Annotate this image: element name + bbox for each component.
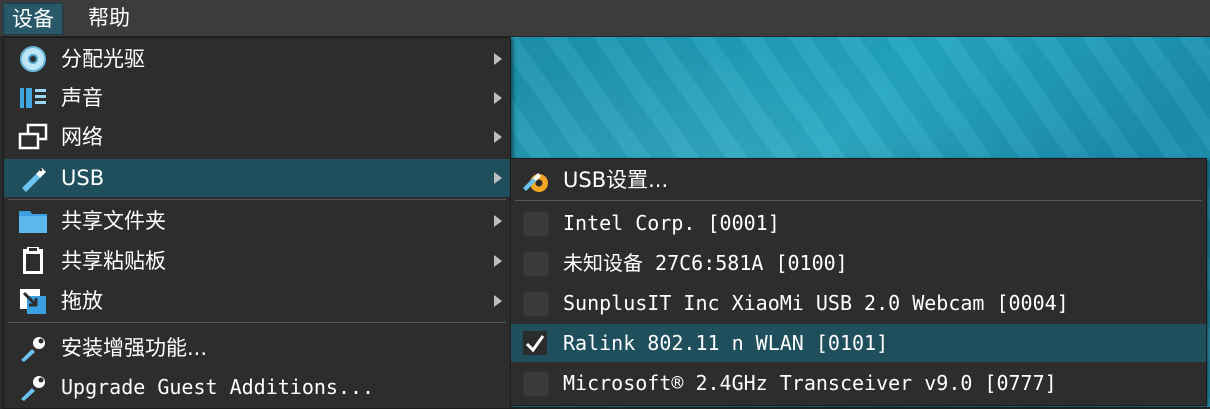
usb-device-label: Intel Corp. [0001]: [563, 211, 780, 235]
menu-item-drag-drop[interactable]: 拖放: [4, 282, 510, 320]
menu-item-install-guest-additions[interactable]: 安装增强功能...: [4, 329, 510, 367]
device-checkbox[interactable]: [523, 251, 549, 277]
usb-device-label: Microsoft® 2.4GHz Transceiver v9.0 [0777…: [563, 371, 1057, 395]
usb-device-label: 未知设备 27C6:581A [0100]: [563, 251, 848, 275]
menu-item-network[interactable]: 网络: [4, 118, 510, 156]
shared-folder-icon: [18, 207, 48, 235]
device-checkbox[interactable]: [523, 291, 549, 317]
usb-device-item-selected[interactable]: Ralink 802.11 n WLAN [0101]: [511, 324, 1206, 362]
usb-settings-icon: [521, 166, 551, 194]
menu-item-optical-drives[interactable]: 分配光驱: [4, 40, 510, 78]
submenu-arrow-icon: [494, 295, 502, 307]
device-checkbox[interactable]: [523, 211, 549, 237]
menu-bar: 设备 帮助: [0, 0, 1210, 37]
menu-separator: [515, 200, 1202, 201]
menu-item-label: USB: [61, 166, 105, 190]
menu-item-label: 分配光驱: [61, 47, 145, 71]
usb-device-item[interactable]: Intel Corp. [0001]: [511, 204, 1206, 242]
usb-settings-label: USB设置...: [563, 168, 669, 192]
menu-separator: [8, 322, 506, 323]
menu-item-label: 共享文件夹: [61, 209, 166, 233]
device-checkbox-checked[interactable]: [523, 331, 547, 355]
menu-item-shared-clipboard[interactable]: 共享粘贴板: [4, 242, 510, 280]
submenu-arrow-icon: [494, 172, 502, 184]
menu-help[interactable]: 帮助: [80, 3, 138, 33]
menu-devices[interactable]: 设备: [3, 3, 63, 35]
submenu-arrow-icon: [494, 53, 502, 65]
usb-device-item[interactable]: Microsoft® 2.4GHz Transceiver v9.0 [0777…: [511, 364, 1206, 402]
menu-item-label: 安装增强功能...: [61, 336, 208, 360]
drag-drop-icon: [18, 287, 48, 315]
menu-separator: [8, 199, 506, 200]
usb-submenu: USB设置... Intel Corp. [0001] 未知设备 27C6:58…: [510, 158, 1207, 406]
menu-item-label: Upgrade Guest Additions...: [61, 375, 375, 399]
menu-item-audio[interactable]: 声音: [4, 79, 510, 117]
guest-additions-icon: [18, 334, 48, 362]
menu-item-label: 拖放: [61, 289, 103, 313]
network-icon: [18, 123, 48, 151]
menu-item-label: 网络: [61, 125, 103, 149]
usb-icon: [18, 164, 48, 192]
submenu-arrow-icon: [494, 131, 502, 143]
submenu-arrow-icon: [494, 255, 502, 267]
audio-icon: [18, 84, 48, 112]
submenu-arrow-icon: [494, 215, 502, 227]
usb-device-item[interactable]: 未知设备 27C6:581A [0100]: [511, 244, 1206, 282]
devices-menu: 分配光驱 声音 网络 USB 共享文件夹 共享粘贴板 拖放 安装增强功能... …: [3, 37, 511, 409]
checkmark-icon: [525, 335, 545, 353]
device-checkbox[interactable]: [523, 371, 549, 397]
menu-item-label: 声音: [61, 86, 103, 110]
guest-additions-icon: [18, 373, 48, 401]
menu-item-label: 共享粘贴板: [61, 249, 166, 273]
submenu-arrow-icon: [494, 92, 502, 104]
clipboard-icon: [18, 246, 48, 275]
usb-device-label: SunplusIT Inc XiaoMi USB 2.0 Webcam [000…: [563, 291, 1069, 315]
optical-disc-icon: [18, 45, 48, 73]
usb-device-label: Ralink 802.11 n WLAN [0101]: [563, 331, 889, 355]
menu-item-usb[interactable]: USB: [4, 159, 510, 197]
menu-item-shared-folders[interactable]: 共享文件夹: [4, 202, 510, 240]
menu-item-usb-settings[interactable]: USB设置...: [511, 161, 1206, 199]
usb-device-item[interactable]: SunplusIT Inc XiaoMi USB 2.0 Webcam [000…: [511, 284, 1206, 322]
menu-item-upgrade-guest-additions[interactable]: Upgrade Guest Additions...: [4, 368, 510, 406]
